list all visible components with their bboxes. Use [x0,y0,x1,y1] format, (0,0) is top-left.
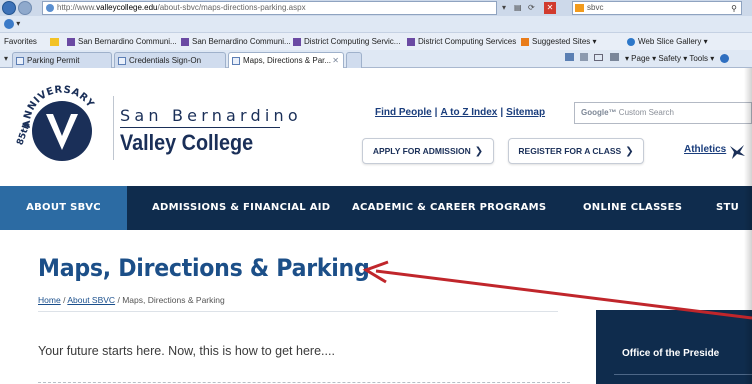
browser-chrome: http://www.valleycollege.edu/about-sbvc/… [0,0,752,68]
page-favicon-icon [46,4,54,12]
breadcrumb-separator: / [63,295,66,305]
command-row: ▾ [0,16,752,32]
breadcrumb-separator: / [117,295,120,305]
address-bar-row: http://www.valleycollege.edu/about-sbvc/… [0,0,752,16]
nav-admissions-financial-aid[interactable]: ADMISSIONS & FINANCIAL AID [152,186,330,230]
search-provider-icon [575,4,584,12]
favorite-item[interactable]: District Computing Servic... [292,33,400,51]
favorite-item[interactable]: Suggested Sites ▾ [520,33,597,51]
nav-about-sbvc[interactable]: ABOUT SBVC [0,186,127,230]
forward-button[interactable] [18,1,32,15]
college-icon [67,38,75,46]
college-name-line1[interactable]: San Bernardino [120,106,302,125]
logo-number: 85th [16,121,33,146]
page-title: Maps, Directions & Parking [38,254,370,282]
ie-logo-icon [4,18,14,29]
tab-maps-directions[interactable]: Maps, Directions & Par... ✕ [228,52,344,68]
breadcrumb-divider [38,311,558,312]
college-logo-icon[interactable]: ANNIVERSARY 85th [16,84,104,166]
window-edge-shadow [744,68,752,384]
apply-label: APPLY FOR ADMISSION [372,146,471,156]
command-menus[interactable]: ▾ Page ▾ Safety ▾ Tools ▾ [625,54,714,63]
url-path: /about-sbvc/maps-directions-parking.aspx [157,3,306,12]
site-header: ANNIVERSARY 85th San Bernardino Valley C… [0,68,752,172]
feeds-icon[interactable] [580,53,589,61]
browser-search-box[interactable]: sbvc ⚲ [572,1,742,15]
college-icon [293,38,301,46]
compatibility-icon[interactable]: ▤ [514,1,522,15]
chevron-right-icon: ❯ [474,146,484,157]
browser-search-text: sbvc [587,3,604,12]
search-brand: Google™ [581,108,617,117]
college-icon [407,38,415,46]
page-icon [118,57,126,65]
mail-icon[interactable] [594,54,604,61]
page-icon [232,57,240,65]
address-bar[interactable]: http://www.valleycollege.edu/about-sbvc/… [42,1,497,15]
favorite-item[interactable]: San Bernardino Communi... [66,33,177,51]
site-search-placeholder: Custom Search [618,108,674,117]
breadcrumb: Home / About SBVC / Maps, Directions & P… [38,295,225,305]
breadcrumb-about-link[interactable]: About SBVC [67,295,115,305]
url-prefix: http://www. [57,3,97,12]
navigation-buttons [2,1,40,15]
url-domain: valleycollege.edu [96,3,158,12]
favorites-bar: Favorites San Bernardino Communi... San … [0,32,752,50]
chevron-down-icon[interactable]: ▾ [16,19,20,28]
refresh-icon[interactable]: ⟳ [528,1,535,15]
favorite-item[interactable]: San Bernardino Communi... [180,33,291,51]
chevron-right-icon: ❯ [625,146,634,157]
apply-for-admission-button[interactable]: APPLY FOR ADMISSION ❯ [362,138,494,164]
sidebar-divider [614,374,752,375]
logo-divider [113,96,114,160]
register-label: REGISTER FOR A CLASS [518,146,622,156]
favorites-label[interactable]: Favorites [4,33,37,51]
nav-student-services[interactable]: STU [716,186,739,230]
add-favorite-icon[interactable] [50,38,59,46]
home-icon[interactable] [565,53,574,61]
college-name-rule [120,127,280,128]
nav-academic-career-programs[interactable]: ACADEMIC & CAREER PROGRAMS [352,186,546,230]
site-search-input[interactable]: Google™ Custom Search [574,102,752,124]
help-icon[interactable] [720,54,730,64]
back-button[interactable] [2,1,16,15]
intro-text: Your future starts here. Now, this is ho… [38,344,335,358]
new-tab-button[interactable] [346,52,362,68]
college-icon [181,38,189,46]
dashed-divider [38,382,570,383]
sitemap-link[interactable]: Sitemap [506,107,545,118]
breadcrumb-current: Maps, Directions & Parking [122,295,225,305]
tab-list-icon[interactable]: ▾ [4,51,8,67]
college-name-line2[interactable]: Valley College [120,130,253,156]
a-to-z-index-link[interactable]: A to Z Index [440,107,497,118]
utility-links: Find People | A to Z Index | Sitemap [375,107,545,118]
sidebar-office-box: Office of the Preside [596,310,752,384]
link-separator: | [500,107,504,118]
favorite-item[interactable]: District Computing Services [406,33,516,51]
dropdown-arrow-icon[interactable]: ▾ [502,1,506,15]
page-icon [16,57,24,65]
breadcrumb-home-link[interactable]: Home [38,295,61,305]
search-icon[interactable]: ⚲ [731,3,737,15]
suggested-sites-icon [521,38,529,46]
web-slice-icon [627,38,635,46]
nav-online-classes[interactable]: ONLINE CLASSES [583,186,682,230]
athletics-link[interactable]: Athletics [684,144,726,155]
print-icon[interactable] [609,53,619,61]
register-for-class-button[interactable]: REGISTER FOR A CLASS ❯ [508,138,644,164]
tab-strip: ▾ Parking Permit Credentials Sign-On Map… [0,50,752,68]
tab-credentials[interactable]: Credentials Sign-On [114,52,226,68]
stop-button[interactable]: ✕ [544,2,556,14]
address-tools: ▾ ▤ ⟳ ✕ [500,1,570,15]
favorite-item[interactable]: Web Slice Gallery ▾ [626,33,708,51]
main-navigation: ABOUT SBVC ADMISSIONS & FINANCIAL AID AC… [0,186,752,230]
sidebar-title[interactable]: Office of the Preside [622,348,719,359]
close-icon[interactable]: ✕ [332,53,339,68]
find-people-link[interactable]: Find People [375,107,432,118]
command-bar: ▾ Page ▾ Safety ▾ Tools ▾ [565,50,730,68]
tab-parking-permit[interactable]: Parking Permit [12,52,112,68]
